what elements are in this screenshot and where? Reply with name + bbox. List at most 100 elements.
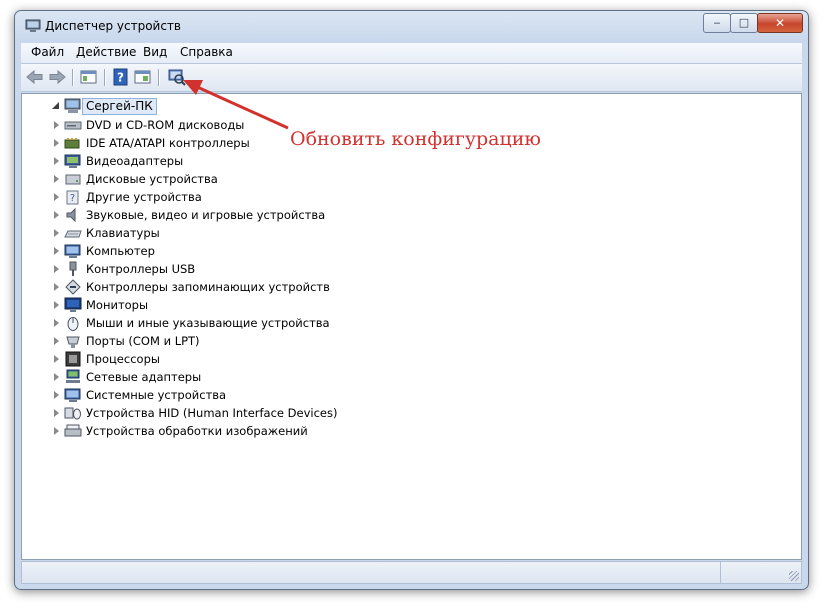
- tree-node-monitors[interactable]: Мониторы: [22, 296, 782, 314]
- toolbar-separator: [158, 69, 160, 86]
- expand-arrow-icon[interactable]: [54, 391, 59, 399]
- window-title: Диспетчер устройств: [45, 19, 182, 33]
- tree-node-label: Другие устройства: [86, 190, 202, 204]
- expand-arrow-icon[interactable]: [54, 193, 59, 201]
- tree-node-label: Клавиатуры: [86, 226, 160, 240]
- show-hide-console-tree-icon[interactable]: [79, 68, 99, 86]
- toolbar: ?: [21, 64, 802, 92]
- help-icon[interactable]: ?: [111, 68, 131, 86]
- expand-arrow-icon[interactable]: [54, 121, 59, 129]
- hid-icon: [64, 407, 81, 420]
- minimize-icon: ‒: [713, 16, 721, 29]
- tree-node-disk[interactable]: Дисковые устройства: [22, 170, 782, 188]
- usb-icon: [69, 261, 77, 276]
- tree-node-sound[interactable]: Звуковые, видео и игровые устройства: [22, 206, 782, 224]
- tree-node-label: IDE ATA/ATAPI контроллеры: [86, 136, 250, 150]
- port-icon: [66, 336, 80, 348]
- tree-node-video[interactable]: Видеоадаптеры: [22, 152, 782, 170]
- properties-icon[interactable]: [133, 68, 153, 86]
- tree-node-label: Системные устройства: [86, 388, 227, 402]
- expand-arrow-icon[interactable]: [54, 265, 59, 273]
- display-adapter-icon: [64, 154, 81, 168]
- processor-icon: [65, 351, 81, 367]
- tree-node-label: Контроллеры USB: [86, 262, 196, 276]
- keyboard-icon: [64, 230, 82, 238]
- title-bar[interactable]: Диспетчер устройств ‒ □ ✕: [15, 11, 808, 43]
- expand-arrow-icon[interactable]: [54, 247, 59, 255]
- back-icon[interactable]: [25, 68, 45, 86]
- tree-node-label: Мониторы: [86, 298, 149, 312]
- expand-arrow-icon[interactable]: [54, 211, 59, 219]
- tree-node-computer[interactable]: Компьютер: [22, 242, 782, 260]
- mouse-icon: [67, 317, 79, 331]
- expand-arrow-icon[interactable]: [54, 175, 59, 183]
- expand-arrow-icon[interactable]: [54, 229, 59, 237]
- tree-node-label: Сетевые адаптеры: [86, 370, 202, 384]
- expand-arrow-icon[interactable]: [54, 319, 59, 327]
- tree-node-label: Звуковые, видео и игровые устройства: [86, 208, 326, 222]
- tree-node-label: Устройства HID (Human Interface Devices): [86, 406, 338, 420]
- computer-icon: [64, 244, 81, 258]
- speaker-icon: [66, 207, 76, 223]
- tree-node-keyboard[interactable]: Клавиатуры: [22, 224, 782, 242]
- computer-name[interactable]: Сергей-ПК: [82, 98, 157, 115]
- device-tree[interactable]: Сергей-ПК DVD и CD-ROM дисководы IDE ATA…: [21, 93, 802, 560]
- tree-node-label: Процессоры: [86, 352, 160, 366]
- menu-help[interactable]: Справка: [180, 45, 233, 59]
- menu-bar: Файл Действие Вид Справка: [21, 43, 802, 64]
- annotation-label: Обновить конфигурацию: [290, 128, 541, 150]
- system-device-icon: [64, 388, 81, 402]
- expand-arrow-icon[interactable]: [54, 283, 59, 291]
- device-manager-window: Диспетчер устройств ‒ □ ✕ Файл Действие …: [14, 10, 809, 590]
- tree-node-label: Мыши и иные указывающие устройства: [86, 316, 330, 330]
- computer-icon: [64, 98, 81, 113]
- device-manager-app-icon: [25, 19, 41, 32]
- toolbar-separator: [104, 69, 106, 86]
- scan-hardware-changes-icon[interactable]: [167, 68, 187, 86]
- tree-node-hid[interactable]: Устройства HID (Human Interface Devices): [22, 404, 782, 422]
- menu-view[interactable]: Вид: [143, 45, 167, 59]
- imaging-device-icon: [64, 424, 82, 437]
- expand-arrow-icon[interactable]: [54, 301, 59, 309]
- resize-grip-icon[interactable]: [789, 571, 799, 581]
- svg-text:?: ?: [70, 193, 75, 204]
- tree-node-other[interactable]: ? Другие устройства: [22, 188, 782, 206]
- expand-arrow-icon[interactable]: [54, 427, 59, 435]
- expand-arrow-icon[interactable]: [54, 157, 59, 165]
- expand-arrow-icon[interactable]: [54, 355, 59, 363]
- window-controls: ‒ □ ✕: [703, 13, 803, 33]
- tree-node-label: Порты (COM и LPT): [86, 334, 200, 348]
- tree-node-imaging[interactable]: Устройства обработки изображений: [22, 422, 782, 440]
- menu-action[interactable]: Действие: [76, 45, 136, 59]
- tree-node-label: Дисковые устройства: [86, 172, 218, 186]
- tree-node-storage[interactable]: Контроллеры запоминающих устройств: [22, 278, 782, 296]
- ide-controller-icon: [64, 138, 80, 149]
- unknown-device-icon: ?: [66, 190, 79, 205]
- storage-controller-icon: [65, 279, 81, 295]
- monitor-icon: [64, 297, 82, 312]
- dvd-drive-icon: [64, 121, 82, 130]
- minimize-button[interactable]: ‒: [703, 13, 731, 33]
- tree-node-usb[interactable]: Контроллеры USB: [22, 260, 782, 278]
- disk-drive-icon: [65, 174, 81, 185]
- close-icon: ✕: [774, 16, 786, 30]
- tree-node-label: Видеоадаптеры: [86, 154, 184, 168]
- tree-node-cpu[interactable]: Процессоры: [22, 350, 782, 368]
- tree-node-ports[interactable]: Порты (COM и LPT): [22, 332, 782, 350]
- forward-icon[interactable]: [47, 68, 67, 86]
- tree-node-label: Контроллеры запоминающих устройств: [86, 280, 330, 294]
- maximize-icon: □: [738, 16, 750, 29]
- expand-arrow-icon[interactable]: [54, 139, 59, 147]
- collapse-arrow-icon[interactable]: [52, 102, 59, 109]
- maximize-button[interactable]: □: [730, 13, 758, 33]
- menu-file[interactable]: Файл: [31, 45, 64, 59]
- tree-node-system[interactable]: Системные устройства: [22, 386, 782, 404]
- expand-arrow-icon[interactable]: [54, 337, 59, 345]
- expand-arrow-icon[interactable]: [54, 409, 59, 417]
- close-button[interactable]: ✕: [757, 13, 803, 33]
- tree-node-mice[interactable]: Мыши и иные указывающие устройства: [22, 314, 782, 332]
- tree-node-label: Устройства обработки изображений: [86, 424, 308, 438]
- tree-node-network[interactable]: Сетевые адаптеры: [22, 368, 782, 386]
- expand-arrow-icon[interactable]: [54, 373, 59, 381]
- status-divider: [720, 562, 721, 583]
